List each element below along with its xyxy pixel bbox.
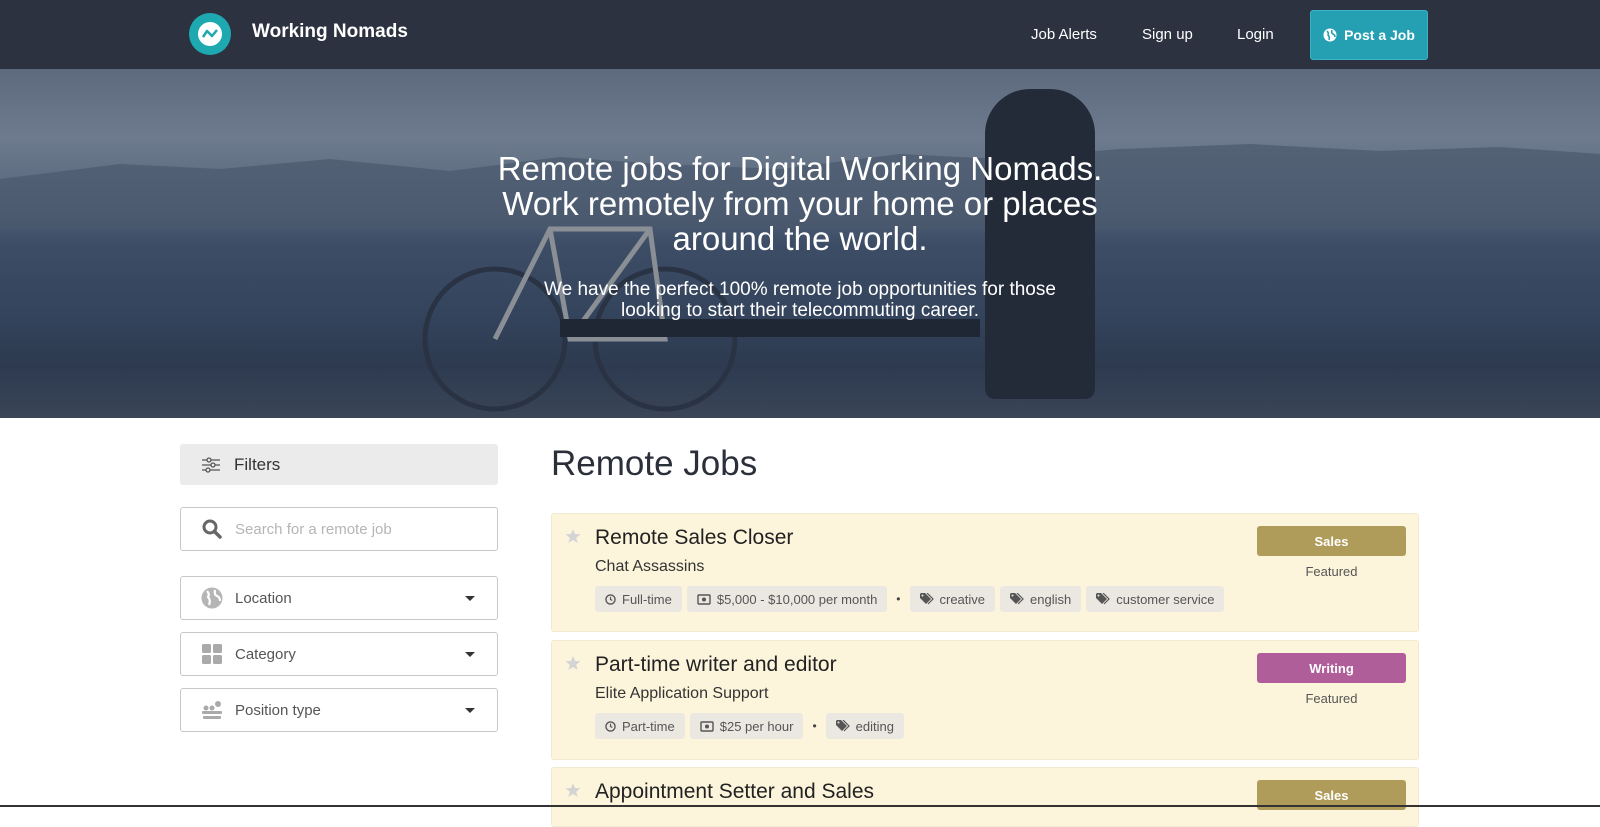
tag-icon [1010, 593, 1024, 605]
clock-icon [605, 593, 616, 605]
separator-dot: • [812, 719, 817, 733]
headline-line-1: Remote jobs for Digital Working Nomads. [497, 150, 1103, 187]
filters-label: Filters [234, 454, 281, 474]
skill-tag[interactable]: editing [825, 713, 904, 739]
job-tags: Part-time $25 per hour • editing [595, 713, 904, 739]
nav-job-alerts[interactable]: Job Alerts [1031, 26, 1097, 43]
separator-dot: • [896, 592, 901, 606]
tag-label: customer service [1116, 591, 1215, 607]
job-type: Full-time [622, 591, 672, 607]
workers-icon [201, 700, 223, 720]
featured-label: Featured [1305, 564, 1358, 579]
salary: $5,000 - $10,000 per month [716, 591, 878, 607]
job-card[interactable]: Remote Sales Closer Chat Assassins Full-… [551, 513, 1419, 632]
position-type-label: Position type [235, 701, 321, 719]
job-company: Chat Assassins [595, 558, 705, 575]
globe-icon [1323, 28, 1337, 42]
skill-tag[interactable]: english [1000, 586, 1082, 612]
headline-line-2: Work remotely from your home or places [502, 185, 1098, 222]
brand-name[interactable]: Working Nomads [252, 21, 408, 43]
job-type-tag: Full-time [595, 586, 682, 612]
job-title[interactable]: Part-time writer and editor [595, 653, 837, 677]
job-company: Elite Application Support [595, 685, 769, 702]
job-tags: Full-time $5,000 - $10,000 per month • c… [595, 586, 1225, 612]
hero-banner: Remote jobs for Digital Working Nomads. … [0, 69, 1600, 418]
logo-icon[interactable] [189, 13, 231, 55]
position-type-select[interactable]: Position type [180, 688, 498, 732]
job-card[interactable]: Appointment Setter and Sales Sales [551, 767, 1419, 827]
location-select[interactable]: Location [180, 576, 498, 620]
bench-silhouette [560, 319, 980, 337]
nav-sign-up[interactable]: Sign up [1142, 26, 1193, 43]
search-input[interactable]: Search for a remote job [180, 507, 498, 551]
job-card[interactable]: Part-time writer and editor Elite Applic… [551, 640, 1419, 760]
money-icon [700, 720, 714, 732]
job-title[interactable]: Appointment Setter and Sales [595, 780, 874, 804]
search-icon [201, 519, 223, 539]
chevron-down-icon [465, 708, 475, 713]
star-icon[interactable] [565, 655, 581, 676]
chevron-down-icon [465, 596, 475, 601]
post-job-label: Post a Job [1344, 27, 1415, 43]
skill-tag[interactable]: customer service [1086, 586, 1225, 612]
tag-label: editing [855, 718, 894, 734]
job-type: Part-time [622, 718, 675, 734]
subheadline-line-2: looking to start their telecommuting car… [620, 300, 979, 321]
clock-icon [605, 720, 616, 732]
tag-icon [919, 593, 934, 605]
salary-tag: $5,000 - $10,000 per month [686, 586, 888, 612]
nav-login[interactable]: Login [1237, 26, 1274, 43]
job-title[interactable]: Remote Sales Closer [595, 526, 793, 550]
tag-icon [835, 720, 850, 732]
globe-icon [201, 587, 223, 609]
category-badge[interactable]: Writing [1257, 653, 1406, 683]
tag-label: creative [939, 591, 986, 607]
headline-line-3: around the world. [672, 220, 928, 257]
filters-toggle[interactable]: Filters [180, 444, 498, 485]
sliders-icon [202, 456, 220, 473]
salary-tag: $25 per hour [689, 713, 804, 739]
salary: $25 per hour [719, 718, 794, 734]
page-title: Remote Jobs [551, 444, 758, 483]
search-placeholder: Search for a remote job [235, 520, 392, 538]
chevron-down-icon [465, 652, 475, 657]
star-icon[interactable] [565, 782, 581, 803]
category-label: Category [235, 645, 296, 663]
skill-tag[interactable]: creative [909, 586, 996, 612]
hero-headline: Remote jobs for Digital Working Nomads. … [0, 151, 1600, 256]
star-icon[interactable] [565, 528, 581, 549]
category-select[interactable]: Category [180, 632, 498, 676]
hero-subheadline: We have the perfect 100% remote job oppo… [0, 279, 1600, 321]
tag-icon [1096, 593, 1111, 605]
job-type-tag: Part-time [595, 713, 685, 739]
post-job-button[interactable]: Post a Job [1310, 10, 1428, 60]
tag-label: english [1030, 591, 1072, 607]
location-label: Location [235, 589, 292, 607]
grid-icon [201, 644, 223, 664]
money-icon [697, 593, 711, 605]
subheadline-line-1: We have the perfect 100% remote job oppo… [544, 279, 1056, 300]
featured-label: Featured [1305, 691, 1358, 706]
top-navbar: Working Nomads Job Alerts Sign up Login … [0, 0, 1600, 69]
category-badge[interactable]: Sales [1257, 526, 1406, 556]
